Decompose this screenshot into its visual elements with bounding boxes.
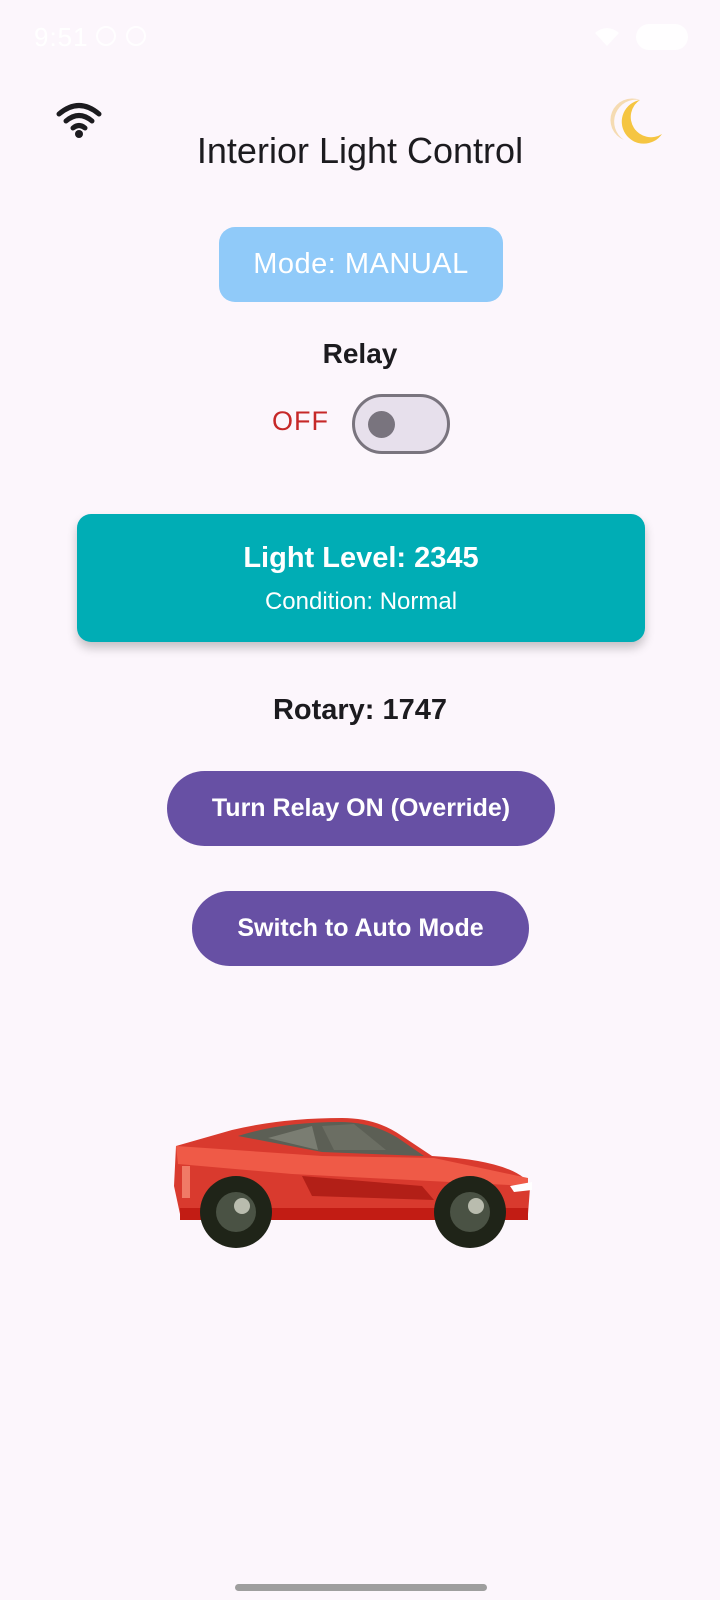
status-right bbox=[594, 24, 688, 50]
wifi-status-icon bbox=[595, 28, 619, 46]
home-indicator[interactable] bbox=[235, 1584, 487, 1591]
rotary-value: Rotary: 1747 bbox=[272, 694, 448, 726]
status-time: 9:51 bbox=[34, 22, 89, 52]
relay-state: OFF bbox=[272, 406, 329, 436]
relay-label: Relay bbox=[322, 338, 398, 369]
notification-icon bbox=[96, 26, 116, 46]
app-screen: 9:51 Interior Light Control Mode: MANUAL… bbox=[0, 0, 720, 1600]
status-bar: 9:51 bbox=[0, 0, 720, 72]
battery-icon bbox=[636, 24, 688, 50]
switch-thumb bbox=[368, 411, 395, 438]
light-level-card: Light Level: 2345 Condition: Normal bbox=[77, 514, 645, 642]
light-level-value: Light Level: 2345 bbox=[243, 542, 479, 574]
notification-icons bbox=[96, 26, 146, 46]
mode-button[interactable]: Mode: MANUAL bbox=[219, 227, 503, 302]
light-condition: Condition: Normal bbox=[264, 588, 458, 615]
relay-switch[interactable] bbox=[352, 394, 450, 454]
notification-icon bbox=[126, 26, 146, 46]
car-icon bbox=[174, 1118, 532, 1248]
auto-mode-button[interactable]: Switch to Auto Mode bbox=[192, 891, 529, 966]
override-relay-button[interactable]: Turn Relay ON (Override) bbox=[167, 771, 555, 846]
page-title: Interior Light Control bbox=[196, 130, 524, 171]
